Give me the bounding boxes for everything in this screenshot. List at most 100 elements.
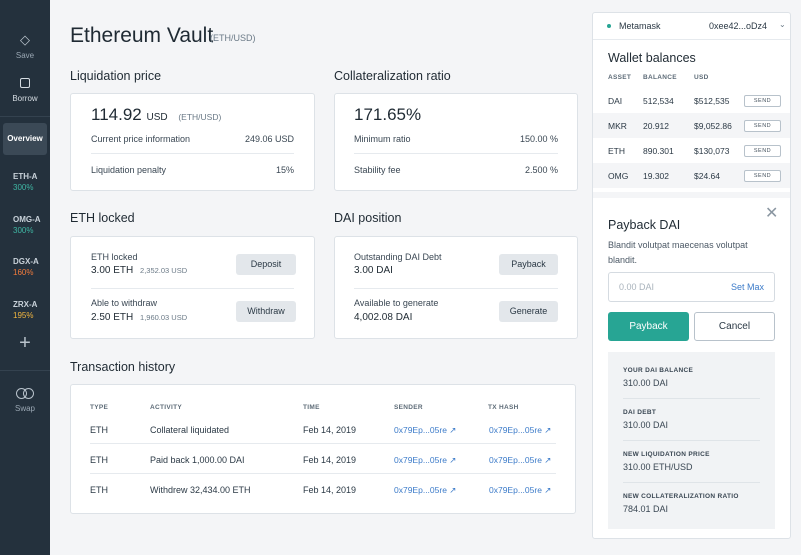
payback-open-button[interactable]: Payback bbox=[499, 254, 558, 275]
tx-sender-link[interactable]: 0x79Ep...05re ↗ bbox=[394, 485, 456, 496]
eth-locked-amount: 3.00 ETH bbox=[91, 265, 134, 276]
sidebar-swap[interactable]: Swap bbox=[0, 388, 50, 413]
summary-value: 310.00 DAI bbox=[623, 378, 669, 388]
ilk-name: ZRX-A bbox=[13, 300, 38, 309]
cancel-button[interactable]: Cancel bbox=[694, 312, 775, 341]
outstanding-debt-value: 3.00 DAI bbox=[354, 265, 393, 276]
withdraw-button[interactable]: Withdraw bbox=[236, 301, 296, 322]
able-to-withdraw-label: Able to withdraw bbox=[91, 298, 158, 308]
send-eth-button[interactable]: SEND bbox=[744, 145, 781, 157]
divider bbox=[354, 288, 558, 289]
sidebar-ilk-eth-a[interactable]: ETH-A 300% bbox=[0, 171, 50, 193]
wallet-usd: $512,535 bbox=[694, 96, 730, 106]
plus-icon: + bbox=[19, 332, 31, 354]
add-ilk-button[interactable]: + bbox=[0, 333, 50, 353]
tx-type: ETH bbox=[90, 485, 108, 495]
sidebar-overview-label: Overview bbox=[7, 134, 43, 143]
tx-activity: Withdrew 32,434.00 ETH bbox=[150, 485, 251, 495]
divider bbox=[91, 153, 294, 154]
sidebar-save-label: Save bbox=[15, 51, 35, 60]
wb-th-asset: ASSET bbox=[608, 74, 632, 81]
withdraw-amount: 2.50 ETH bbox=[91, 312, 134, 323]
tx-activity: Paid back 1,000.00 DAI bbox=[150, 455, 245, 465]
sidebar-divider bbox=[0, 116, 50, 117]
ilk-name: ETH-A bbox=[13, 172, 38, 181]
eth-locked-usd: 2,352.03 USD bbox=[140, 266, 188, 275]
square-icon bbox=[20, 78, 30, 88]
sidebar-borrow[interactable]: Borrow bbox=[0, 78, 50, 103]
send-mkr-button[interactable]: SEND bbox=[744, 120, 781, 132]
divider bbox=[90, 473, 556, 474]
wallet-row: DAI 512,534 $512,535 SEND bbox=[593, 88, 790, 113]
divider bbox=[593, 39, 790, 40]
available-generate-value: 4,002.08 DAI bbox=[354, 312, 413, 323]
sidebar-ilk-zrx-a[interactable]: ZRX-A 195% bbox=[0, 299, 50, 321]
liquidation-card: 114.92 USD (ETH/USD) Current price infor… bbox=[70, 93, 315, 191]
deposit-button[interactable]: Deposit bbox=[236, 254, 296, 275]
sidebar-borrow-label: Borrow bbox=[12, 94, 38, 103]
eth-locked-card: ETH locked 3.00 ETH 2,352.03 USD Deposit… bbox=[70, 236, 315, 339]
collateralization-card: 171.65% Minimum ratio 150.00 % Stability… bbox=[334, 93, 578, 191]
sidebar-divider bbox=[0, 370, 50, 371]
sidebar-ilk-dgx-a[interactable]: DGX-A 160% bbox=[0, 256, 50, 278]
tx-sender-link[interactable]: 0x79Ep...05re ↗ bbox=[394, 455, 456, 466]
tx-type: ETH bbox=[90, 425, 108, 435]
page-title-pair: (ETH/USD) bbox=[210, 33, 256, 43]
tx-activity: Collateral liquidated bbox=[150, 425, 230, 435]
sidebar-save[interactable]: ◇ Save bbox=[0, 32, 50, 61]
ilk-pct: 195% bbox=[13, 311, 34, 320]
payback-submit-button[interactable]: Payback bbox=[608, 312, 689, 341]
generate-button[interactable]: Generate bbox=[499, 301, 558, 322]
th-time: TIME bbox=[303, 404, 320, 411]
wb-th-usd: USD bbox=[694, 74, 709, 81]
set-max-button[interactable]: Set Max bbox=[731, 282, 764, 292]
divider bbox=[90, 443, 556, 444]
wallet-asset: MKR bbox=[608, 121, 627, 131]
dai-position-card: Outstanding DAI Debt 3.00 DAI Payback Av… bbox=[334, 236, 578, 339]
connected-dot-icon bbox=[607, 24, 611, 28]
wallet-balances-title: Wallet balances bbox=[608, 51, 696, 65]
divider bbox=[354, 153, 558, 154]
summary-label: NEW LIQUIDATION PRICE bbox=[623, 451, 710, 458]
wallet-usd: $24.64 bbox=[694, 171, 720, 181]
payback-amount-placeholder: 0.00 DAI bbox=[619, 282, 655, 292]
tx-hash-link[interactable]: 0x79Ep...05re ↗ bbox=[489, 455, 551, 466]
stability-fee-value: 2.500 % bbox=[524, 165, 558, 175]
tx-hash-link[interactable]: 0x79Ep...05re ↗ bbox=[489, 485, 551, 496]
tx-time: Feb 14, 2019 bbox=[303, 425, 357, 435]
available-generate-label: Available to generate bbox=[354, 298, 439, 308]
eth-locked-title: ETH locked bbox=[70, 211, 135, 225]
close-icon[interactable]: ✕ bbox=[765, 206, 778, 222]
minimum-ratio-label: Minimum ratio bbox=[354, 134, 411, 144]
wallet-asset: DAI bbox=[608, 96, 623, 106]
dai-position-title: DAI position bbox=[334, 211, 402, 225]
transaction-history-title: Transaction history bbox=[70, 360, 176, 374]
collateralization-title: Collateralization ratio bbox=[334, 69, 451, 83]
wallet-balance: 20.912 bbox=[643, 121, 669, 131]
send-dai-button[interactable]: SEND bbox=[744, 95, 781, 107]
eth-locked-label: ETH locked bbox=[91, 252, 138, 262]
diamond-icon: ◇ bbox=[20, 32, 30, 47]
tx-hash-link[interactable]: 0x79Ep...05re ↗ bbox=[489, 425, 551, 436]
right-panel: Metamask 0xee42...oDz4 ⌄ Wallet balances… bbox=[592, 12, 791, 539]
wallet-header[interactable]: Metamask 0xee42...oDz4 ⌄ bbox=[593, 13, 790, 39]
sidebar-overview[interactable]: Overview bbox=[3, 123, 47, 155]
current-price-value: 249.06 USD bbox=[244, 134, 294, 144]
wallet-row: ETH 890.301 $130,073 SEND bbox=[593, 138, 790, 163]
minimum-ratio-value: 150.00 % bbox=[519, 134, 558, 144]
swap-icon bbox=[14, 388, 36, 400]
page-title: Ethereum Vault bbox=[70, 24, 214, 47]
sidebar-ilk-omg-a[interactable]: OMG-A 300% bbox=[0, 214, 50, 236]
withdraw-value: 2.50 ETH 1,960.03 USD bbox=[91, 312, 187, 323]
wallet-usd: $9,052.86 bbox=[694, 121, 732, 131]
tx-sender-link[interactable]: 0x79Ep...05re ↗ bbox=[394, 425, 456, 436]
send-omg-button[interactable]: SEND bbox=[744, 170, 781, 182]
withdraw-usd: 1,960.03 USD bbox=[140, 313, 188, 322]
liquidation-penalty-label: Liquidation penalty bbox=[91, 165, 167, 175]
payback-amount-input[interactable]: 0.00 DAI Set Max bbox=[608, 272, 775, 302]
summary-label: DAI DEBT bbox=[623, 409, 657, 416]
liquidation-price: 114.92 USD (ETH/USD) bbox=[91, 105, 221, 125]
wallet-row: MKR 20.912 $9,052.86 SEND bbox=[593, 113, 790, 138]
divider bbox=[623, 482, 760, 483]
th-sender: SENDER bbox=[394, 404, 423, 411]
